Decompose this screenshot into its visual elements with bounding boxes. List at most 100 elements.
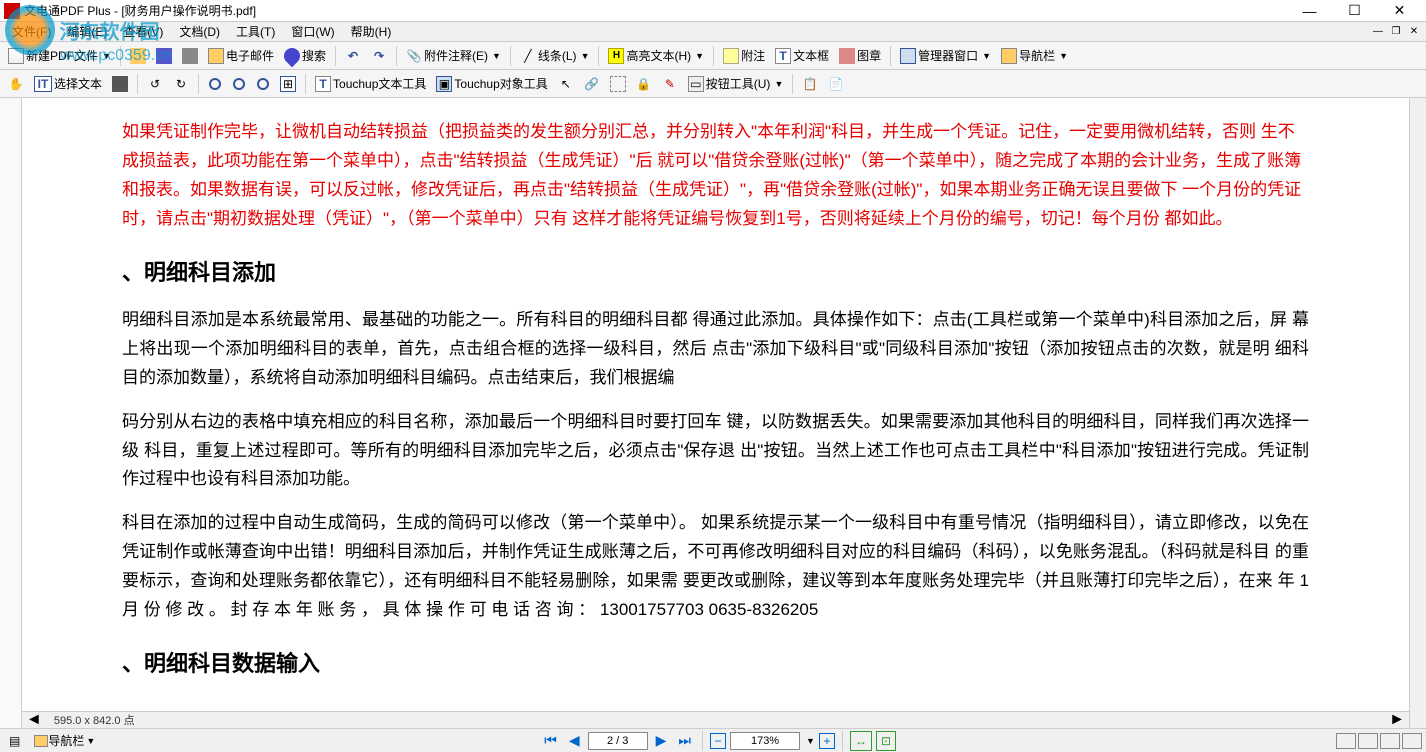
vertical-scrollbar[interactable] [1409, 98, 1426, 728]
view-continuous-button[interactable] [1358, 733, 1378, 749]
mdi-close-button[interactable]: ✕ [1406, 25, 1422, 39]
rotate-left-button[interactable]: ↺ [143, 73, 167, 95]
sb-navbar-button[interactable]: 导航栏 ▼ [29, 731, 100, 751]
button-tool-label: 按钮工具(U) [706, 75, 771, 92]
menu-file[interactable]: 文件(F) [4, 21, 59, 42]
paste-button[interactable]: 📄 [824, 73, 848, 95]
separator [792, 74, 793, 94]
scroll-left-icon[interactable]: ◄ [22, 711, 46, 729]
pen-tool-button[interactable]: ✎ [658, 73, 682, 95]
new-pdf-label: 新建PDF文件 [26, 47, 98, 64]
redo-icon: ↷ [371, 48, 387, 64]
fit-page-button[interactable]: ⊞ [276, 73, 300, 95]
view-continuous-facing-button[interactable] [1402, 733, 1422, 749]
arrow-icon: ↖ [558, 76, 574, 92]
touchup-obj-button[interactable]: ▣ Touchup对象工具 [432, 73, 551, 95]
search-button[interactable]: 搜索 [280, 45, 330, 67]
close-button[interactable]: ✕ [1377, 1, 1422, 21]
undo-button[interactable]: ↶ [341, 45, 365, 67]
new-pdf-button[interactable]: 新建PDF文件 ▼ [4, 45, 115, 67]
separator [335, 46, 336, 66]
button-tool-button[interactable]: ▭ 按钮工具(U) ▼ [684, 73, 788, 95]
separator [198, 74, 199, 94]
menu-window[interactable]: 窗口(W) [283, 21, 342, 42]
hand-icon: ✋ [8, 76, 24, 92]
rotate-right-button[interactable]: ↻ [169, 73, 193, 95]
search-icon [281, 44, 304, 67]
menu-edit[interactable]: 编辑(E) [59, 21, 115, 42]
maximize-button[interactable]: ☐ [1332, 1, 1377, 21]
redo-button[interactable]: ↷ [367, 45, 391, 67]
fit-page-button[interactable]: ⊡ [876, 731, 896, 751]
first-page-button[interactable]: ⏮ [540, 732, 561, 749]
crop-icon [610, 76, 626, 92]
menu-help[interactable]: 帮助(H) [343, 21, 400, 42]
menubar: 文件(F) 编辑(E) 查看(V) 文档(D) 工具(T) 窗口(W) 帮助(H… [0, 22, 1426, 42]
page-number-input[interactable] [588, 732, 648, 750]
stamp-icon [839, 48, 855, 64]
zoom-marquee-button[interactable] [252, 73, 274, 95]
pdf-page: 如果凭证制作完毕，让微机自动结转损益（把损益类的发生额分别汇总，并分别转入"本年… [22, 98, 1409, 728]
zoom-out-button[interactable] [228, 73, 250, 95]
zoom-out-button[interactable]: − [710, 733, 726, 749]
lock-tool-button[interactable]: 🔒 [632, 73, 656, 95]
attach-annot-button[interactable]: 📎 附件注释(E) ▼ [402, 45, 505, 67]
next-page-button[interactable]: ▶ [652, 732, 671, 749]
last-page-button[interactable]: ⏭ [674, 732, 695, 749]
print-button[interactable] [178, 45, 202, 67]
zoom-dropdown-icon[interactable]: ▼ [806, 736, 815, 746]
snapshot-button[interactable] [108, 73, 132, 95]
lock-icon: 🔒 [636, 76, 652, 92]
select-text-button[interactable]: IT 选择文本 [30, 73, 106, 95]
save-button[interactable] [152, 45, 176, 67]
note-button[interactable]: 附注 [719, 45, 769, 67]
menu-document[interactable]: 文档(D) [171, 21, 228, 42]
hand-tool-button[interactable]: ✋ [4, 73, 28, 95]
page-viewport[interactable]: 如果凭证制作完毕，让微机自动结转损益（把损益类的发生额分别汇总，并分别转入"本年… [22, 98, 1409, 728]
zoom-in-button[interactable] [204, 73, 226, 95]
prev-page-button[interactable]: ◀ [565, 732, 584, 749]
highlight-button[interactable]: H 高亮文本(H) ▼ [604, 45, 708, 67]
titlebar: 文电通PDF Plus - [财务用户操作说明书.pdf] — ☐ ✕ [0, 0, 1426, 22]
navbar-button[interactable]: 导航栏 ▼ [997, 45, 1072, 67]
touchup-text-label: Touchup文本工具 [333, 75, 426, 92]
link-tool-button[interactable]: 🔗 [580, 73, 604, 95]
menu-view[interactable]: 查看(V) [115, 21, 171, 42]
view-single-button[interactable] [1336, 733, 1356, 749]
touchup-text-button[interactable]: T Touchup文本工具 [311, 73, 430, 95]
rotate-left-icon: ↺ [147, 76, 163, 92]
email-label: 电子邮件 [226, 47, 274, 64]
dropdown-icon: ▼ [982, 51, 991, 61]
note-label: 附注 [741, 47, 765, 64]
mdi-minimize-button[interactable]: — [1370, 25, 1386, 39]
zoom-input[interactable] [730, 732, 800, 750]
toggle-icon: ▤ [9, 734, 20, 748]
horizontal-scrollbar[interactable]: ◄ 595.0 x 842.0 点 ► [22, 711, 1409, 728]
arrow-tool-button[interactable]: ↖ [554, 73, 578, 95]
minimize-button[interactable]: — [1287, 1, 1332, 21]
manager-window-button[interactable]: 管理器窗口 ▼ [896, 45, 995, 67]
content-area: 如果凭证制作完毕，让微机自动结转损益（把损益类的发生额分别汇总，并分别转入"本年… [0, 98, 1426, 728]
lines-button[interactable]: ╱ 线条(L) ▼ [516, 45, 594, 67]
note-icon [723, 48, 739, 64]
vertical-ruler [0, 98, 22, 728]
dropdown-icon: ▼ [1059, 51, 1068, 61]
copy-button[interactable]: 📋 [798, 73, 822, 95]
scroll-right-icon[interactable]: ► [1385, 711, 1409, 729]
dropdown-icon: ▼ [102, 51, 111, 61]
email-button[interactable]: 电子邮件 [204, 45, 278, 67]
open-button[interactable] [126, 45, 150, 67]
copy-icon: 📋 [802, 76, 818, 92]
fit-width-button[interactable]: ↔ [850, 731, 872, 751]
crop-tool-button[interactable] [606, 73, 630, 95]
sb-toggle-button[interactable]: ▤ [4, 731, 25, 751]
zoom-in-button[interactable]: + [819, 733, 835, 749]
mdi-restore-button[interactable]: ❐ [1388, 25, 1404, 39]
stamp-button[interactable]: 图章 [835, 45, 885, 67]
separator [842, 731, 843, 751]
dropdown-icon: ▼ [774, 79, 783, 89]
view-facing-button[interactable] [1380, 733, 1400, 749]
undo-icon: ↶ [345, 48, 361, 64]
menu-tools[interactable]: 工具(T) [228, 21, 283, 42]
textbox-button[interactable]: T 文本框 [771, 45, 833, 67]
